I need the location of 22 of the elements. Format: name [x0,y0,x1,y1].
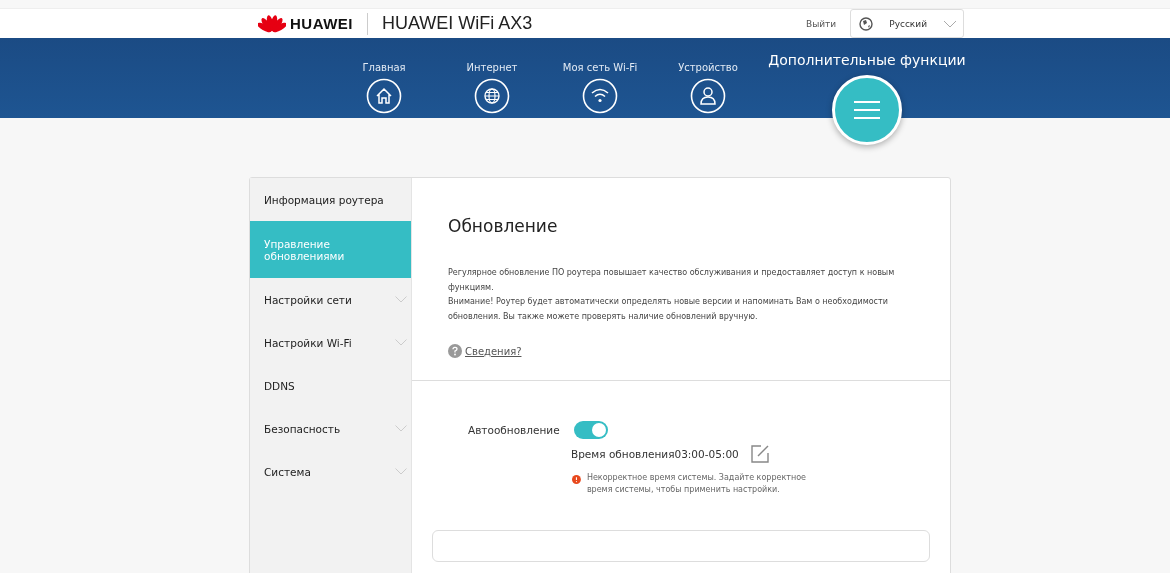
details-link[interactable]: Сведения? [465,345,522,357]
nav-tab[interactable]: Интернет [438,38,546,118]
nav-tab[interactable]: Главная [330,38,438,118]
sidebar-item[interactable]: Информация роутера [250,178,411,221]
section-title: Обновление [448,216,559,236]
nav-tab[interactable]: Дополнительные функции [762,38,972,132]
nav-tab[interactable]: Устройство [654,38,762,118]
sidebar-item[interactable]: Настройки сети [250,278,411,321]
auto-update-label: Автообновление [468,424,560,436]
logout-link[interactable]: Выйти [805,18,837,29]
brand-name: HUAWEI [290,15,353,32]
language-select[interactable]: Русский [850,9,964,38]
nav-tab[interactable]: Моя сеть Wi-Fi [546,38,654,118]
sidebar-item[interactable]: DDNS [250,364,411,407]
sidebar-item[interactable]: Безопасность [250,407,411,450]
description-text: Регулярное обновление ПО роутера повышает качество обслуживания и предоставляет доступ к новым функциям. [448,267,896,294]
sidebar-item[interactable]: Настройки Wi-Fi [250,321,411,364]
sidebar-item[interactable]: Система [250,450,411,493]
product-title: HUAWEI WiFi AX3 [382,13,533,34]
description-text: Внимание! Роутер будет автоматически определять новые версии и напоминать Вам о необходимости обновления. Вы также можете проверять наличие обновлений вручную. [448,296,889,323]
warning-text: Некорректное время системы. Задайте корректное время системы, чтобы применить настройки. [586,472,807,496]
update-time-text: Время обновления03:00-05:00 [571,448,739,460]
